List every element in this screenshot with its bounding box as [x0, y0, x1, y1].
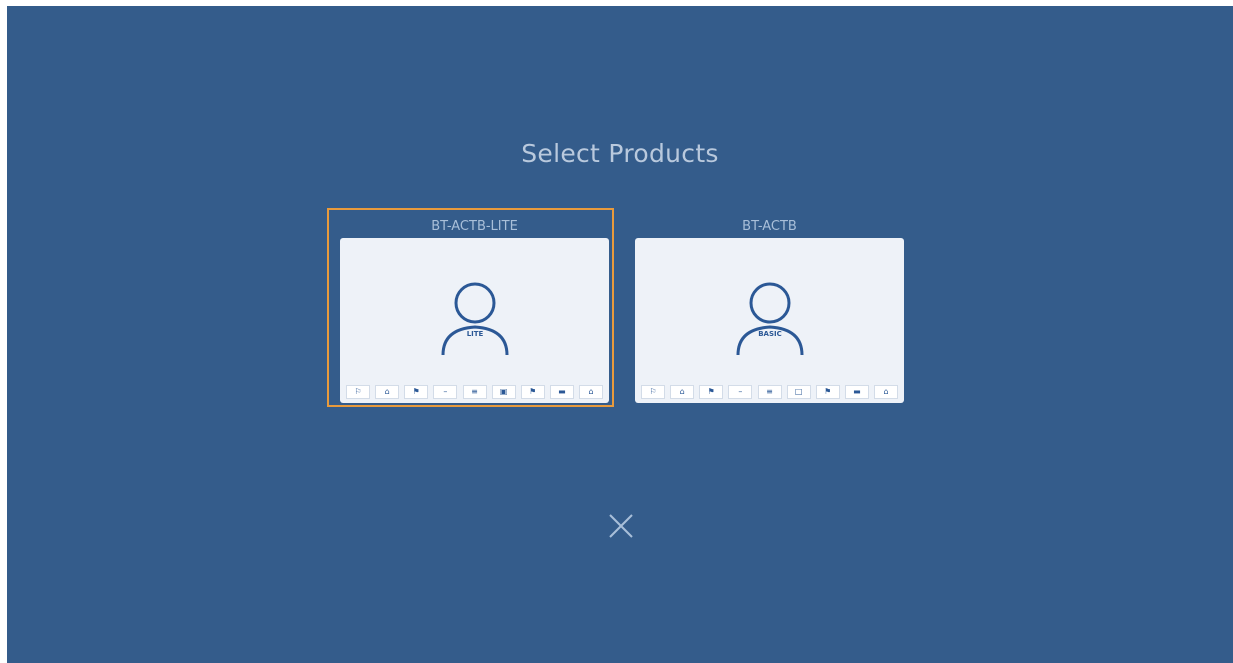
tool-icon: ▣	[491, 385, 516, 399]
user-icon	[736, 282, 804, 356]
product-toolbar-preview: ⚐ ⌂ ⚑ – ≡ □ ⚑ ▬ ⌂	[641, 385, 898, 400]
tool-icon: ⚑	[699, 385, 724, 399]
tool-icon: ▬	[549, 385, 574, 399]
product-option-bt-actb[interactable]: BT-ACTB BASIC ⚐ ⌂ ⚑ – ≡ □ ⚑ ▬ ⌂	[635, 213, 904, 403]
tool-icon: –	[433, 385, 458, 399]
product-option-bt-actb-lite[interactable]: BT-ACTB-LITE LITE ⚐ ⌂ ⚑ – ≡ ▣ ⚑ ▬ ⌂	[340, 213, 609, 403]
tool-icon: ⚐	[346, 385, 370, 399]
tool-icon: ⌂	[874, 385, 898, 399]
product-name: BT-ACTB	[742, 219, 797, 234]
product-name: BT-ACTB-LITE	[431, 219, 518, 234]
tool-icon: ▬	[844, 385, 869, 399]
tool-icon: ⚑	[404, 385, 429, 399]
tool-icon: ⌂	[670, 385, 695, 399]
close-icon[interactable]	[606, 511, 636, 541]
tool-icon: ≡	[462, 385, 487, 399]
product-toolbar-preview: ⚐ ⌂ ⚑ – ≡ ▣ ⚑ ▬ ⌂	[346, 385, 603, 400]
product-selection-screen: Select Products BT-ACTB-LITE LITE ⚐ ⌂ ⚑ …	[7, 6, 1233, 663]
product-preview-card[interactable]: BASIC ⚐ ⌂ ⚑ – ≡ □ ⚑ ▬ ⌂	[635, 238, 904, 403]
tool-icon: ⚑	[520, 385, 545, 399]
tool-icon: –	[728, 385, 753, 399]
tool-icon: □	[786, 385, 811, 399]
product-badge: BASIC	[758, 330, 782, 338]
product-badge: LITE	[466, 330, 484, 338]
product-preview-card[interactable]: LITE ⚐ ⌂ ⚑ – ≡ ▣ ⚑ ▬ ⌂	[340, 238, 609, 403]
tool-icon: ≡	[757, 385, 782, 399]
dialog-title: Select Products	[521, 139, 719, 168]
user-icon	[441, 282, 509, 356]
tool-icon: ⌂	[579, 385, 603, 399]
tool-icon: ⚑	[815, 385, 840, 399]
tool-icon: ⌂	[375, 385, 400, 399]
tool-icon: ⚐	[641, 385, 665, 399]
